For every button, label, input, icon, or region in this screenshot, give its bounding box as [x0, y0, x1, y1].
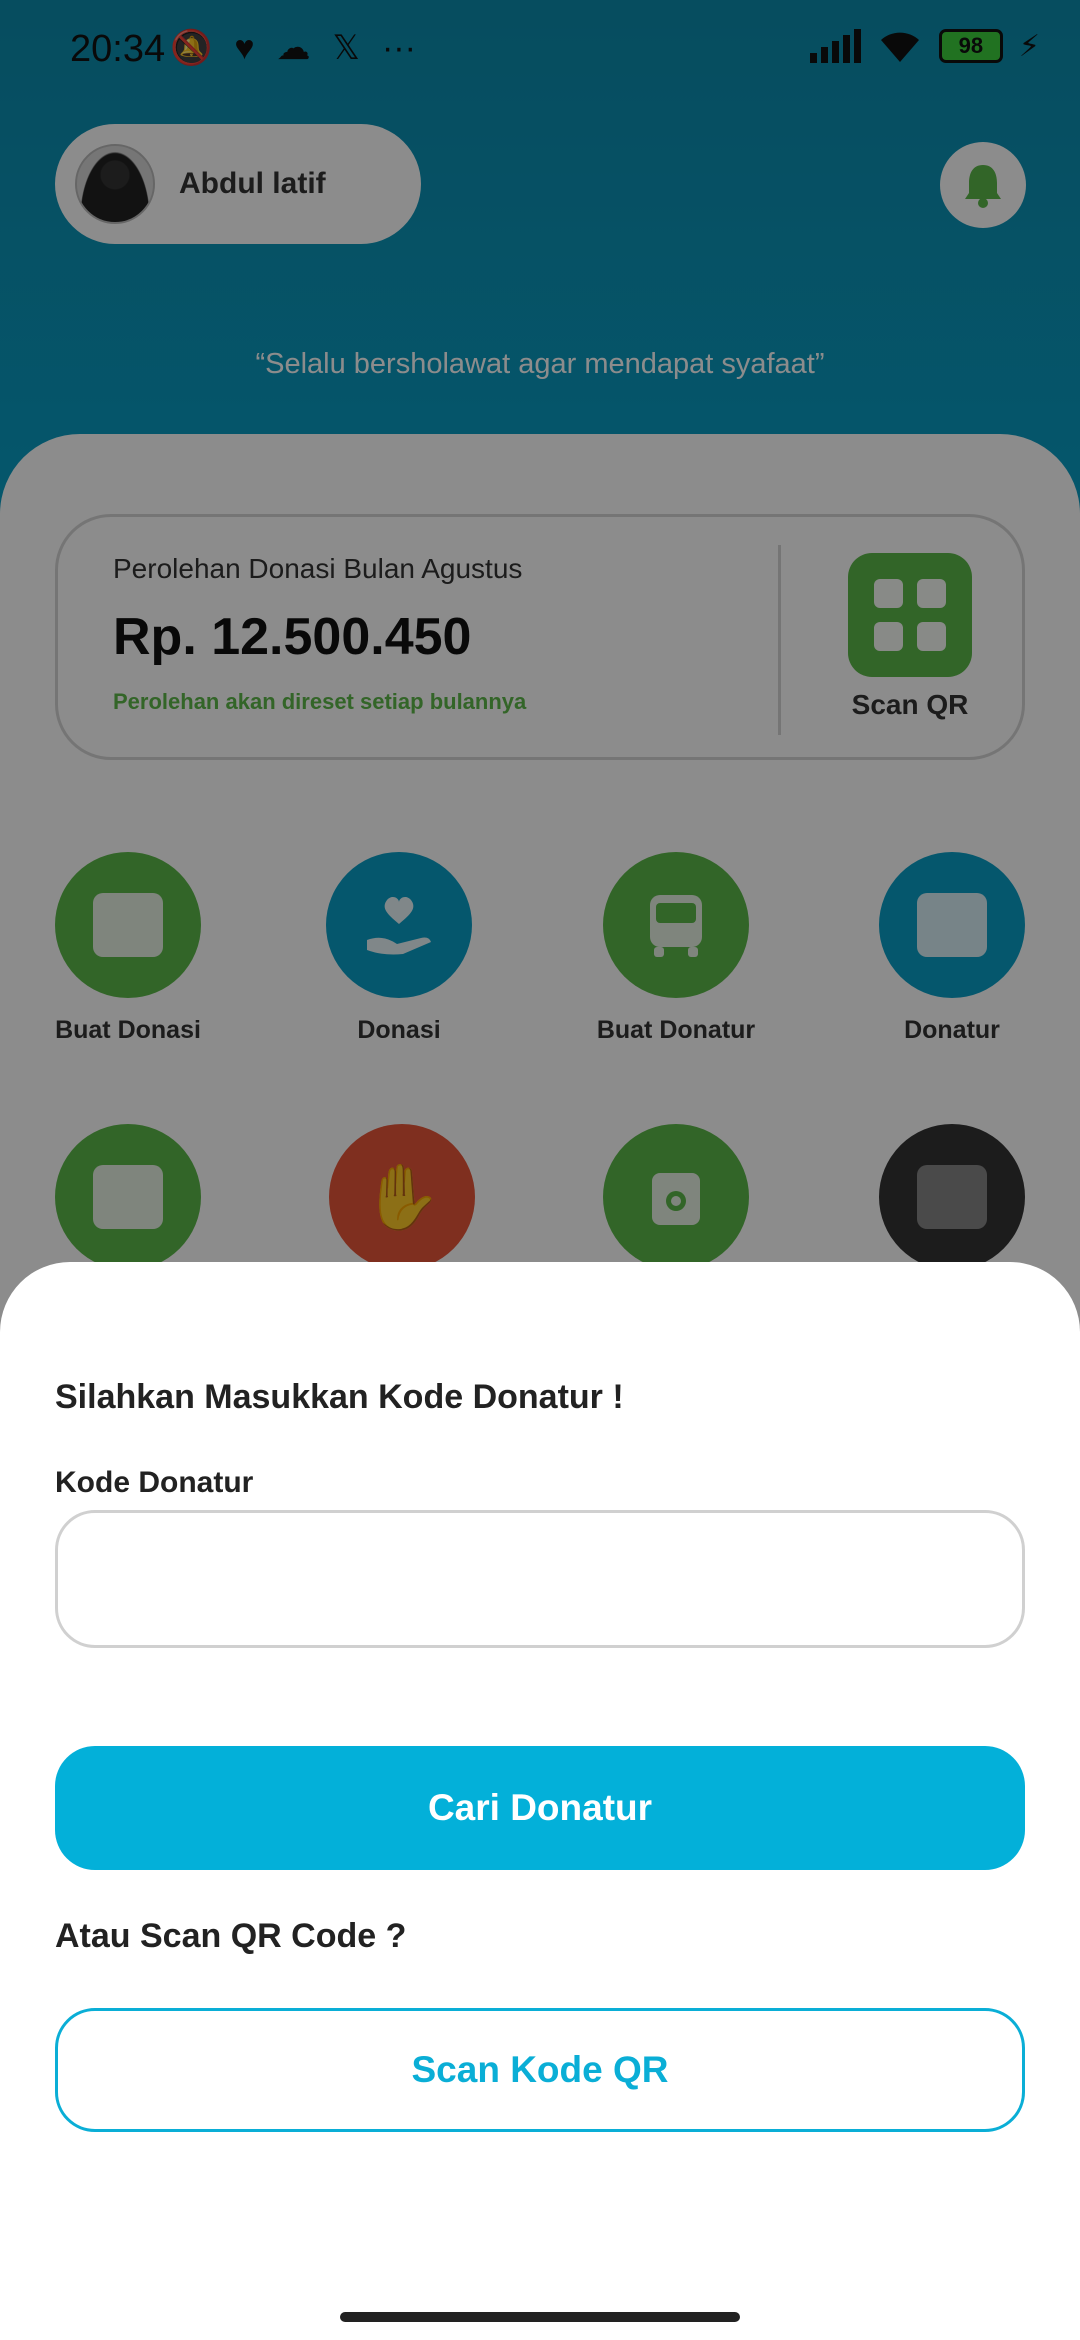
sheet-title: Silahkan Masukkan Kode Donatur !	[55, 1378, 624, 1416]
scan-qr-code-button[interactable]: Scan Kode QR	[55, 2008, 1025, 2132]
search-donor-button[interactable]: Cari Donatur	[55, 1746, 1025, 1870]
donor-code-input[interactable]	[55, 1510, 1025, 1648]
home-indicator[interactable]	[340, 2312, 740, 2322]
donor-code-label: Kode Donatur	[55, 1466, 254, 1499]
or-scan-text: Atau Scan QR Code ?	[55, 1917, 407, 1955]
donor-code-sheet: Silahkan Masukkan Kode Donatur ! Kode Do…	[0, 1262, 1080, 2340]
